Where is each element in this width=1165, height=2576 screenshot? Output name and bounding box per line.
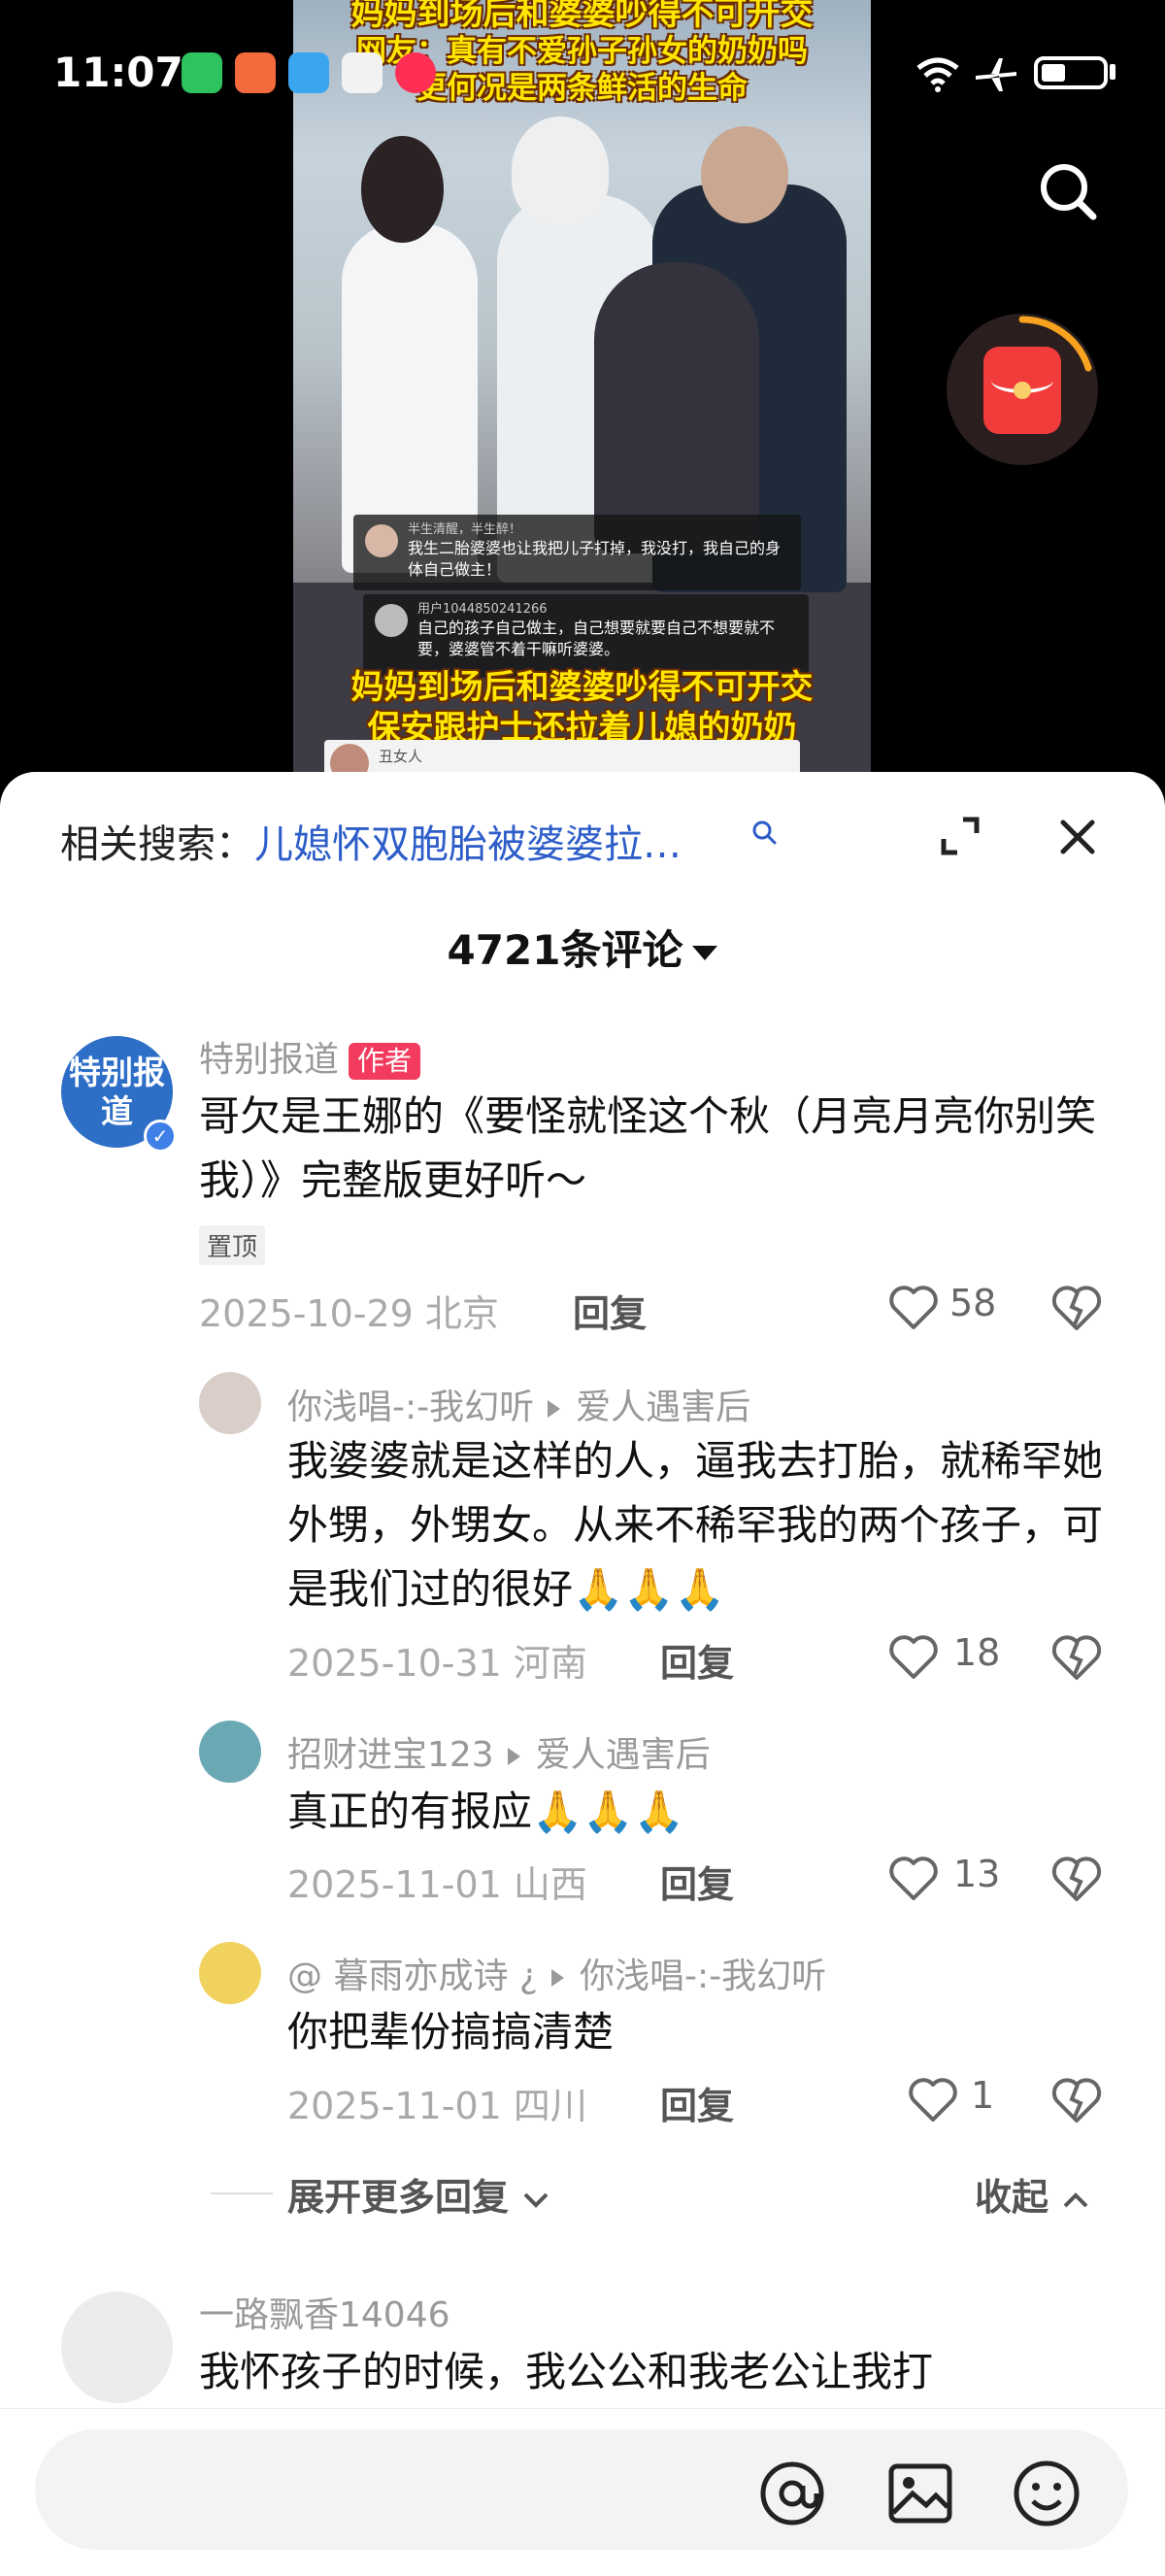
overlay-comment-text: 我生二胎婆婆也让我把儿子打掉，我没打，我自己的身体自己做主！ <box>408 539 782 579</box>
avatar[interactable] <box>199 1372 261 1434</box>
heart-icon[interactable] <box>888 1634 939 1681</box>
video-overlay-comment: 用户1044850241266 自己的孩子自己做主，自己想要就要自己不想要就不要… <box>363 594 809 678</box>
collapse-replies-button[interactable]: 收起 <box>975 2167 1090 2221</box>
comment-date-location: 2025-10-31 河南 <box>287 1642 587 1685</box>
comment-date-location: 2025-10-29 北京 <box>199 1292 499 1335</box>
comment-count-title[interactable]: 4721条评论 <box>0 918 1165 977</box>
heart-icon[interactable] <box>888 1856 939 1902</box>
comment-date-location: 2025-11-01 四川 <box>287 2085 587 2127</box>
video-scene-person-head <box>361 136 444 243</box>
battery-icon <box>1034 56 1108 89</box>
verified-badge-icon: ✓ <box>144 1120 177 1153</box>
video-app-icon <box>395 52 436 93</box>
like-count: 1 <box>971 2074 995 2117</box>
chevron-down-icon <box>523 2192 549 2208</box>
avatar[interactable] <box>199 1942 261 2004</box>
overlay-comment-name: 半生清醒，半生醉！ <box>408 522 522 537</box>
comment-text: 你把辈份搞搞清楚 <box>287 2008 615 2056</box>
status-bar: 11:07 <box>0 0 1165 146</box>
overlay-comment-name: 丑女人 <box>379 748 423 765</box>
comment-text: 我怀孩子的时候，我公公和我老公让我打 <box>199 2348 934 2395</box>
reply-to-username: 爱人遇害后 <box>535 1735 711 1775</box>
reply-arrow-icon <box>507 1748 520 1765</box>
related-search[interactable]: 相关搜索：儿媳怀双胞胎被婆婆拉… <box>60 813 682 869</box>
heart-icon[interactable] <box>908 2077 958 2124</box>
reply-to-username: 爱人遇害后 <box>576 1388 751 1427</box>
comment-username[interactable]: 一路飘香14046 <box>199 2287 450 2337</box>
related-search-label: 相关搜索： <box>60 822 254 867</box>
emoji-icon[interactable] <box>1010 2457 1083 2530</box>
red-packet-icon <box>983 347 1061 434</box>
reply-username-text: @ 暮雨亦成诗 ¿ <box>287 1957 538 1996</box>
reply-to-username: 你浅唱-:-我幻听 <box>580 1957 827 1996</box>
reply-button[interactable]: 回复 <box>660 1855 734 1908</box>
like-count: 18 <box>953 1631 1001 1674</box>
reply-username[interactable]: @ 暮雨亦成诗 ¿ 你浅唱-:-我幻听 <box>287 1948 826 1998</box>
video-caption-bottom: 妈妈到场后和婆婆吵得不可开交 <box>350 668 814 707</box>
red-packet-button[interactable] <box>947 314 1098 465</box>
comment-username[interactable]: 特别报道 作者 <box>199 1031 421 1082</box>
reader-app-icon <box>288 52 329 93</box>
overlay-comment-name: 用户1044850241266 <box>417 602 548 617</box>
search-icon[interactable] <box>1037 160 1099 222</box>
expand-more-label: 展开更多回复 <box>287 2176 510 2219</box>
overlay-avatar <box>365 524 398 557</box>
heart-icon[interactable] <box>888 1285 939 1331</box>
dislike-icon[interactable] <box>1051 1855 1102 1903</box>
divider <box>211 2192 273 2194</box>
music-app-icon <box>342 52 383 93</box>
related-search-query[interactable]: 儿媳怀双胞胎被婆婆拉… <box>254 822 682 867</box>
reply-arrow-icon <box>548 1400 561 1418</box>
wifi-icon <box>916 57 959 92</box>
reply-username[interactable]: 你浅唱-:-我幻听 爱人遇害后 <box>287 1379 750 1429</box>
comment-input[interactable] <box>35 2429 1128 2550</box>
video-scene-person <box>594 262 759 553</box>
chevron-down-icon <box>692 946 718 960</box>
reply-username-text: 你浅唱-:-我幻听 <box>287 1388 535 1427</box>
video-overlay-comment: 半生清醒，半生醉！ 我生二胎婆婆也让我把儿子打掉，我没打，我自己的身体自己做主！ <box>353 515 801 590</box>
wechat-icon <box>182 52 222 93</box>
comment-text: 真正的有报应🙏🙏🙏 <box>287 1788 684 1835</box>
reply-username[interactable]: 招财进宝123 爱人遇害后 <box>287 1726 711 1777</box>
author-tag: 作者 <box>349 1043 421 1080</box>
like-count: 58 <box>949 1282 997 1324</box>
comment-username-text: 特别报道 <box>199 1040 340 1080</box>
at-icon[interactable] <box>755 2457 829 2530</box>
overlay-avatar <box>375 604 408 637</box>
dislike-icon[interactable] <box>1051 1633 1102 1682</box>
close-icon[interactable] <box>1058 818 1097 856</box>
expand-more-replies-button[interactable]: 展开更多回复 <box>287 2167 550 2221</box>
expand-icon[interactable] <box>940 816 981 856</box>
overlay-comment-text: 自己的孩子自己做主，自己想要就要自己不想要就不要，婆婆管不着干嘛听婆婆。 <box>417 619 776 658</box>
reply-button[interactable]: 回复 <box>660 1633 734 1687</box>
reply-button[interactable]: 回复 <box>573 1284 647 1337</box>
pinned-tag: 置顶 <box>199 1225 266 1265</box>
avatar[interactable] <box>199 1721 261 1783</box>
reply-username-text: 招财进宝123 <box>287 1735 494 1775</box>
comment-date-location: 2025-11-01 山西 <box>287 1863 587 1906</box>
comment-count: 4721条评论 <box>447 926 683 974</box>
battery-cap <box>1110 64 1115 80</box>
airplane-icon <box>976 58 1016 91</box>
collapse-label: 收起 <box>975 2176 1049 2219</box>
avatar[interactable] <box>61 2292 173 2403</box>
like-count: 13 <box>953 1853 1001 1895</box>
chevron-up-icon <box>1063 2191 1088 2207</box>
reply-arrow-icon <box>551 1969 564 1987</box>
dislike-icon[interactable] <box>1051 2076 1102 2124</box>
image-icon[interactable] <box>883 2457 957 2530</box>
video-overlay-comment: 丑女人 <box>324 740 800 777</box>
battery-level <box>1042 64 1065 82</box>
comment-text: 哥欠是王娜的《要怪就怪这个秋（月亮月亮你别笑我）》完整版更好听～ <box>199 1092 1097 1204</box>
reply-button[interactable]: 回复 <box>660 2076 734 2129</box>
status-time: 11:07 <box>53 49 183 96</box>
search-icon <box>752 820 777 845</box>
dislike-icon[interactable] <box>1051 1284 1102 1332</box>
app-notification-icon <box>235 52 276 93</box>
comment-text: 我婆婆就是这样的人，逼我去打胎，就稀罕她外甥，外甥女。从来不稀罕我的两个孩子，可… <box>287 1437 1104 1613</box>
